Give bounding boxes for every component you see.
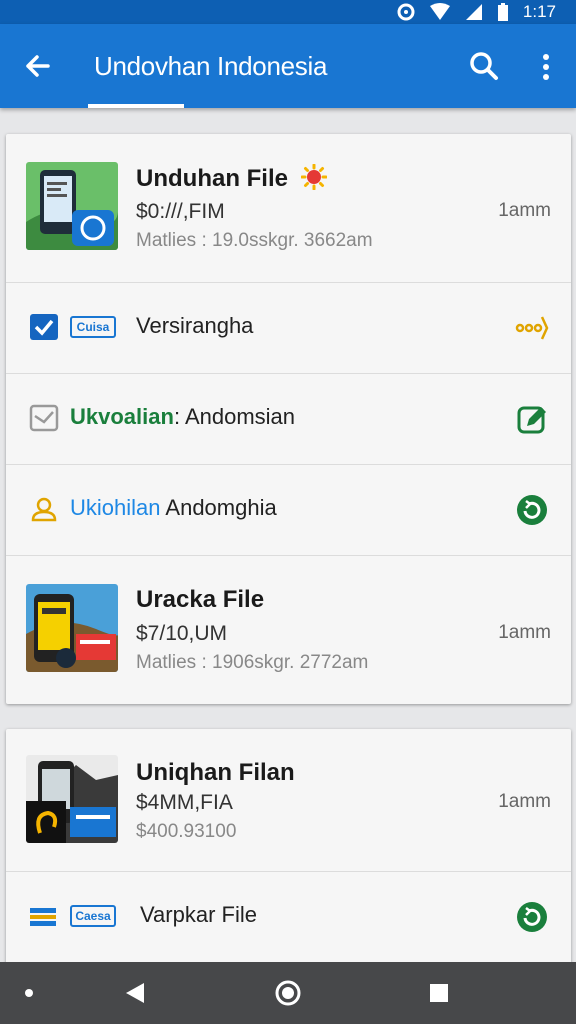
app-badge: Cuisa (70, 316, 116, 338)
item-label: Versirangha (136, 313, 254, 338)
file-time: 1amm (498, 791, 551, 812)
status-time: 1:17 (522, 2, 556, 21)
user-icon (31, 497, 57, 522)
file-meta: Matlies : 1906skgr. 2772am (136, 652, 369, 673)
edit-icon[interactable] (515, 402, 549, 436)
file-name: Unduhan File (136, 163, 328, 193)
sparkle-icon (515, 316, 549, 340)
list-item[interactable]: Cuisa Versirangha (6, 283, 571, 374)
file-thumbnail (26, 162, 118, 250)
checkbox-icon[interactable] (28, 402, 60, 434)
item-label: Varpkar File (140, 902, 257, 927)
dot-icon (25, 989, 33, 997)
app-badge: Caesa (70, 905, 116, 927)
wifi-icon (429, 3, 450, 20)
file-thumbnail (26, 584, 118, 672)
recents-nav-icon[interactable] (428, 982, 450, 1004)
back-nav-icon[interactable] (122, 980, 148, 1006)
list-item[interactable]: Ukvoalian: Andomsian (6, 374, 571, 465)
file-item[interactable]: Uniqhan Filan $4MM,FIA $400.93100 1amm (6, 729, 571, 872)
file-meta: $400.93100 (136, 821, 237, 842)
file-size: $0:///,FIM (136, 200, 225, 223)
system-nav-bar (0, 962, 576, 1024)
file-name: Uniqhan Filan (136, 759, 295, 786)
app-logo-icon (30, 908, 56, 926)
list-item[interactable]: Caesa Varpkar File (6, 872, 571, 962)
file-meta: Matlies : 19.0ssk​gr. 3662am (136, 230, 373, 251)
back-arrow-icon[interactable] (18, 46, 58, 86)
file-item[interactable]: Unduhan File $0:///,FIM Matlies : 19.0ss… (6, 134, 571, 283)
more-options-icon[interactable] (532, 48, 560, 88)
app-title: Undovhan Indonesia (94, 51, 328, 81)
file-size: $7/10,UM (136, 622, 228, 645)
file-thumbnail (26, 755, 118, 843)
file-size: $4MM,FIA (136, 791, 233, 814)
download-card: Unduhan File $0:///,FIM Matlies : 19.0ss… (6, 134, 571, 704)
file-item[interactable]: Uracka File $7/10,UM Matlies : 1906skgr.… (6, 556, 571, 704)
refresh-icon[interactable] (515, 493, 549, 527)
status-bar: 1:17 (0, 0, 576, 24)
app-bar: Undovhan Indonesia (0, 24, 576, 108)
file-name: Uracka File (136, 586, 265, 613)
signal-icon (465, 4, 482, 20)
sync-icon (397, 3, 415, 21)
item-label: Ukvoalian: Andomsian (70, 404, 296, 429)
file-time: 1amm (498, 622, 551, 643)
list-item[interactable]: Ukiohilan Andomghia (6, 465, 571, 556)
battery-icon (497, 3, 508, 21)
search-icon[interactable] (464, 46, 504, 86)
tab-indicator (88, 104, 184, 108)
home-nav-icon[interactable] (274, 979, 302, 1007)
refresh-icon[interactable] (515, 900, 549, 934)
file-time: 1amm (498, 200, 551, 221)
download-card: Uniqhan Filan $4MM,FIA $400.93100 1amm C… (6, 729, 571, 965)
checkbox-checked-icon[interactable] (28, 311, 60, 343)
sun-icon (300, 163, 328, 191)
item-label: Ukiohilan Andomghia (70, 495, 277, 520)
